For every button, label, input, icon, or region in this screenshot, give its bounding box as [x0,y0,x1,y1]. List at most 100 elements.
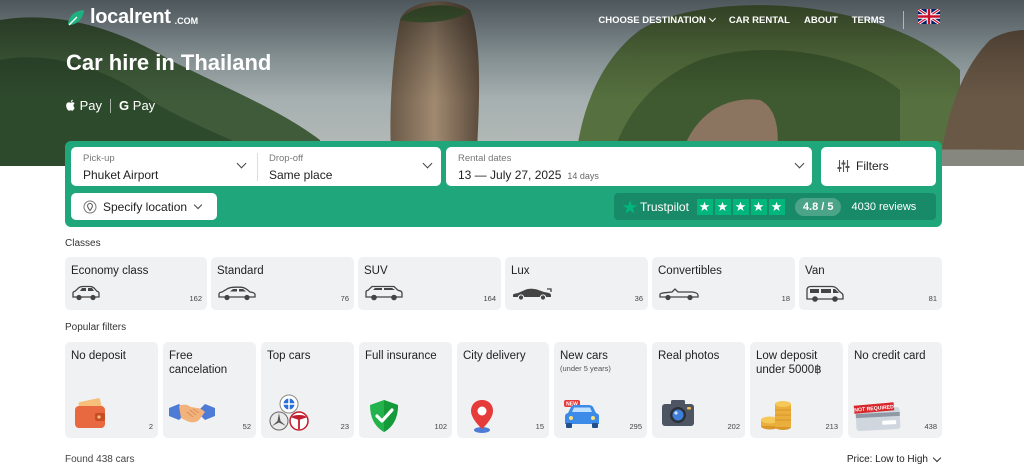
filter-count: 2 [148,422,153,431]
filter-count: 295 [629,422,642,431]
economy-car-icon [72,285,100,301]
star-icon [732,198,749,215]
filter-title: New cars (under 5 years) [560,349,611,375]
sports-car-icon [513,288,552,301]
trustpilot-star-icon [622,199,638,214]
rental-dates-field[interactable]: Rental dates 13 — July 27, 2025 14 days [446,147,812,186]
filter-card-real-photos[interactable]: Real photos 202 [652,342,745,438]
chevron-down-icon [708,14,716,22]
logo[interactable]: localrent .COM [66,6,198,29]
logo-text: localrent [90,6,171,28]
logo-suffix: .COM [174,15,199,26]
specify-location-button[interactable]: Specify location [71,193,217,220]
class-title: SUV [364,265,388,277]
car-brands-icon [269,394,309,431]
filter-card-city-delivery[interactable]: City delivery 15 [457,342,549,438]
filter-card-full-insurance[interactable]: Full insurance 102 [359,342,452,438]
trustpilot-name: Trustpilot [640,199,689,214]
star-icon [696,198,713,215]
chevron-down-icon [422,158,433,169]
filter-title: Low deposit under 5000฿ [756,350,822,376]
class-count: 36 [634,294,643,303]
sort-dropdown[interactable]: Price: Low to High [846,453,942,465]
class-title: Van [805,265,825,277]
filter-title: No deposit [71,350,126,362]
filter-count: 52 [242,422,251,431]
wallet-icon [75,398,105,428]
apple-pay-label: Pay [79,98,103,113]
dropoff-label: Drop-off [269,153,304,164]
filters-button[interactable]: Filters [821,147,936,186]
filter-subtitle: (under 5 years) [560,364,611,373]
filter-title: Free cancelation [169,350,228,376]
google-g-icon: G [119,98,130,113]
filter-card-new-cars[interactable]: New cars (under 5 years) NEW 295 [554,342,647,438]
nav-about[interactable]: ABOUT [804,15,838,26]
chevron-down-icon [193,200,203,209]
uk-flag-icon[interactable] [918,9,940,24]
dropoff-value: Same place [269,168,333,182]
class-card-van[interactable]: Van 81 [799,257,942,310]
star-icon [768,198,785,215]
filter-count: 202 [727,422,740,431]
search-panel: Pick-up Phuket Airport Drop-off Same pla… [65,141,942,227]
filter-title: City delivery [463,350,526,362]
filter-count: 213 [825,422,838,431]
filter-card-no-credit-card[interactable]: No credit card NOT REQUIRED 438 [848,342,942,438]
filters-label: Filters [856,159,889,173]
class-count: 164 [483,294,496,303]
class-count: 18 [781,294,790,303]
filter-card-free-cancelation[interactable]: Free cancelation 52 [163,342,256,438]
filter-title: No credit card [854,350,926,362]
filter-count: 438 [924,422,937,431]
class-count: 76 [340,294,349,303]
pickup-select[interactable]: Pick-up Phuket Airport [71,147,257,186]
van-icon [806,285,844,302]
sliders-icon [837,160,850,172]
class-title: Standard [217,265,264,277]
results-count: Found 438 cars [65,454,135,465]
google-pay-label: Pay [132,98,156,113]
star-icon [750,198,767,215]
page-title: Car hire in Thailand [66,50,272,75]
filter-count: 102 [434,422,447,431]
class-title: Economy class [71,265,149,277]
class-card-suv[interactable]: SUV 164 [358,257,501,310]
filter-title: Full insurance [365,350,437,362]
convertible-car-icon [659,288,699,301]
coins-icon [761,401,791,430]
class-title: Convertibles [658,265,722,277]
location-field: Pick-up Phuket Airport Drop-off Same pla… [71,147,441,186]
class-card-economy[interactable]: Economy class 162 [65,257,207,310]
apple-icon [66,99,75,111]
rental-duration: 14 days [567,171,599,181]
new-car-icon: NEW [564,400,599,428]
filter-card-top-cars[interactable]: Top cars 23 [261,342,354,438]
nav-car-rental[interactable]: CAR RENTAL [729,15,790,26]
rental-dates-range: 13 — July 27, 2025 [458,168,562,182]
payment-methods: Pay G Pay [66,98,155,113]
nav-terms[interactable]: TERMS [852,15,885,26]
credit-card-icon: NOT REQUIRED [853,402,901,431]
top-nav: CHOOSE DESTINATION CAR RENTAL ABOUT TERM… [598,11,944,29]
apple-pay: Pay [66,98,102,113]
map-pin-icon [471,400,493,433]
filter-card-low-deposit[interactable]: Low deposit under 5000฿ 213 [750,342,843,438]
chevron-down-icon [932,453,942,462]
star-icon [714,198,731,215]
class-title: Lux [511,265,530,277]
class-card-standard[interactable]: Standard 76 [211,257,354,310]
nav-choose-destination[interactable]: CHOOSE DESTINATION [598,14,716,26]
popular-filters-label: Popular filters [65,322,127,333]
class-card-lux[interactable]: Lux 36 [505,257,648,310]
trustpilot-widget[interactable]: Trustpilot 4.8 / 5 4030 reviews [614,193,936,220]
class-card-convertibles[interactable]: Convertibles 18 [652,257,795,310]
shield-check-icon [370,400,398,432]
sort-label: Price: Low to High [846,454,928,465]
filter-title: Real photos [658,350,720,362]
handshake-icon [169,404,215,423]
dropoff-select[interactable]: Drop-off Same place [258,147,441,186]
filter-card-no-deposit[interactable]: No deposit 2 [65,342,158,438]
chevron-down-icon [236,158,247,169]
filter-title-text: New cars [560,350,608,362]
